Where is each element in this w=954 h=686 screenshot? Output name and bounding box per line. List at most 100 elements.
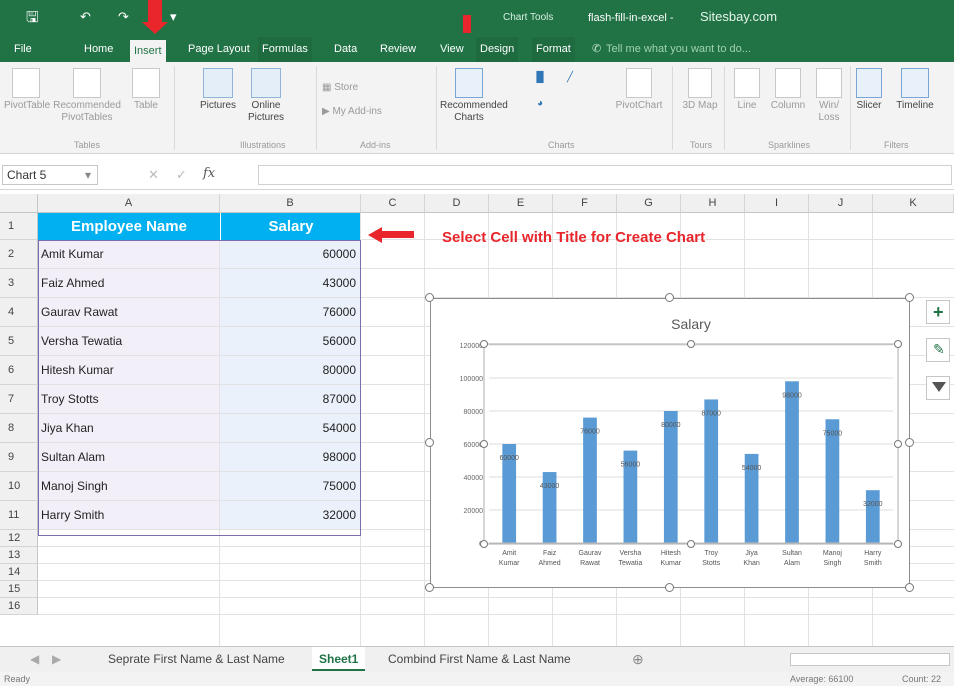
cell-employee-name[interactable]: Versha Tewatia bbox=[38, 327, 220, 356]
my-addins-button[interactable]: ▶ My Add-ins bbox=[322, 106, 412, 118]
cell-employee-name[interactable]: Harry Smith bbox=[38, 501, 220, 530]
row-header[interactable]: 10 bbox=[0, 472, 38, 501]
chart-elements-button[interactable]: + bbox=[926, 300, 950, 324]
insert-pie-chart-icon[interactable]: ◕ bbox=[530, 98, 550, 114]
chart-resize-handle[interactable] bbox=[665, 583, 674, 592]
salary-chart[interactable]: Salary0200004000060000800001000001200006… bbox=[430, 298, 910, 588]
row-header[interactable]: 6 bbox=[0, 356, 38, 385]
sheet-tab-separate[interactable]: Seprate First Name & Last Name bbox=[108, 647, 285, 671]
cell-salary[interactable]: 98000 bbox=[220, 443, 361, 472]
pivotchart-button[interactable]: PivotChart bbox=[614, 68, 664, 112]
cell-employee-name[interactable]: Troy Stotts bbox=[38, 385, 220, 414]
tell-me-box[interactable]: Tell me what you want to do... bbox=[602, 37, 755, 62]
3d-map-button[interactable]: 3D Map bbox=[680, 68, 720, 112]
cell-salary[interactable]: 54000 bbox=[220, 414, 361, 443]
cell-salary[interactable]: 80000 bbox=[220, 356, 361, 385]
cell-employee-name[interactable]: Faiz Ahmed bbox=[38, 269, 220, 298]
sheet-tab-combind[interactable]: Combind First Name & Last Name bbox=[388, 647, 571, 671]
insert-line-chart-icon[interactable]: ╱ bbox=[560, 72, 580, 88]
row-header[interactable]: 9 bbox=[0, 443, 38, 472]
table-button[interactable]: Table bbox=[126, 68, 166, 112]
column-header-i[interactable]: I bbox=[745, 194, 809, 213]
row-header[interactable]: 3 bbox=[0, 269, 38, 298]
tab-data[interactable]: Data bbox=[330, 37, 361, 62]
cell-employee-name[interactable]: Hitesh Kumar bbox=[38, 356, 220, 385]
sheet-tab-sheet1[interactable]: Sheet1 bbox=[312, 647, 366, 671]
cell-salary[interactable]: 60000 bbox=[220, 240, 361, 269]
column-header-e[interactable]: E bbox=[489, 194, 553, 213]
chart-resize-handle[interactable] bbox=[425, 583, 434, 592]
cancel-icon[interactable]: ✕ bbox=[148, 167, 159, 183]
cell-a1-header[interactable]: Employee Name bbox=[38, 213, 220, 240]
row-header[interactable]: 14 bbox=[0, 564, 38, 581]
row-header[interactable]: 8 bbox=[0, 414, 38, 443]
chart-resize-handle[interactable] bbox=[905, 293, 914, 302]
tab-view[interactable]: View bbox=[436, 37, 468, 62]
online-pictures-button[interactable]: Online Pictures bbox=[242, 68, 290, 124]
quick-access-icon[interactable]: ▾ bbox=[170, 8, 177, 26]
tab-home[interactable]: Home bbox=[80, 37, 117, 62]
chart-filters-button[interactable] bbox=[926, 376, 950, 400]
row-header[interactable]: 12 bbox=[0, 530, 38, 547]
sparkline-column-button[interactable]: Column bbox=[766, 68, 810, 112]
column-header-k[interactable]: K bbox=[873, 194, 954, 213]
chart-resize-handle[interactable] bbox=[425, 438, 434, 447]
sparkline-winloss-button[interactable]: Win/ Loss bbox=[812, 68, 846, 124]
column-header-c[interactable]: C bbox=[361, 194, 425, 213]
cell-b1-header[interactable]: Salary bbox=[220, 213, 361, 240]
row-header[interactable]: 5 bbox=[0, 327, 38, 356]
sparkline-line-button[interactable]: Line bbox=[730, 68, 764, 112]
cell-salary[interactable]: 56000 bbox=[220, 327, 361, 356]
tab-format[interactable]: Format bbox=[532, 37, 575, 62]
pivottable-button[interactable]: PivotTable bbox=[4, 68, 50, 112]
row-header[interactable]: 15 bbox=[0, 581, 38, 598]
row-header[interactable]: 1 bbox=[0, 213, 38, 240]
recommended-pivottables-button[interactable]: Recommended PivotTables bbox=[50, 68, 124, 124]
cell-salary[interactable]: 87000 bbox=[220, 385, 361, 414]
chart-resize-handle[interactable] bbox=[905, 583, 914, 592]
chevron-down-icon[interactable]: ▾ bbox=[85, 166, 91, 184]
save-icon[interactable]: 🖫 bbox=[26, 9, 39, 27]
function-icon[interactable]: fx bbox=[203, 166, 215, 181]
tab-design[interactable]: Design bbox=[476, 37, 519, 62]
add-sheet-icon[interactable]: ⊕ bbox=[632, 647, 644, 671]
cell-salary[interactable]: 43000 bbox=[220, 269, 361, 298]
cell-salary[interactable]: 32000 bbox=[220, 501, 361, 530]
formula-input[interactable] bbox=[258, 165, 952, 185]
redo-icon[interactable]: ↷ bbox=[118, 8, 129, 26]
column-header-j[interactable]: J bbox=[809, 194, 873, 213]
horizontal-scrollbar[interactable] bbox=[790, 653, 950, 666]
recommended-charts-button[interactable]: Recommended Charts bbox=[440, 68, 508, 124]
row-header[interactable]: 16 bbox=[0, 598, 38, 615]
slicer-button[interactable]: Slicer bbox=[852, 68, 886, 112]
cell-employee-name[interactable]: Gaurav Rawat bbox=[38, 298, 220, 327]
sheet-scroll-left-icon[interactable]: ◀ bbox=[30, 647, 39, 671]
chart-resize-handle[interactable] bbox=[425, 293, 434, 302]
timeline-button[interactable]: Timeline bbox=[890, 68, 940, 112]
sheet-scroll-right-icon[interactable]: ▶ bbox=[52, 647, 61, 671]
row-header[interactable]: 13 bbox=[0, 547, 38, 564]
select-all-corner[interactable] bbox=[0, 194, 38, 213]
store-button[interactable]: ▦ Store bbox=[322, 82, 382, 94]
column-header-b[interactable]: B bbox=[220, 194, 361, 213]
cell-employee-name[interactable]: Sultan Alam bbox=[38, 443, 220, 472]
column-header-g[interactable]: G bbox=[617, 194, 681, 213]
pictures-button[interactable]: Pictures bbox=[196, 68, 240, 112]
cell-employee-name[interactable]: Manoj Singh bbox=[38, 472, 220, 501]
tab-file[interactable]: File bbox=[10, 37, 36, 62]
cell-salary[interactable]: 75000 bbox=[220, 472, 361, 501]
tab-formulas[interactable]: Formulas bbox=[258, 37, 312, 62]
cell-salary[interactable]: 76000 bbox=[220, 298, 361, 327]
undo-icon[interactable]: ↶ bbox=[80, 8, 91, 26]
enter-icon[interactable]: ✓ bbox=[176, 167, 187, 183]
chart-resize-handle[interactable] bbox=[665, 293, 674, 302]
row-header[interactable]: 4 bbox=[0, 298, 38, 327]
row-header[interactable]: 11 bbox=[0, 501, 38, 530]
column-header-a[interactable]: A bbox=[38, 194, 220, 213]
row-header[interactable]: 2 bbox=[0, 240, 38, 269]
chart-styles-button[interactable]: ✎ bbox=[926, 338, 950, 362]
cell-employee-name[interactable]: Amit Kumar bbox=[38, 240, 220, 269]
tab-review[interactable]: Review bbox=[376, 37, 420, 62]
column-header-d[interactable]: D bbox=[425, 194, 489, 213]
column-header-h[interactable]: H bbox=[681, 194, 745, 213]
